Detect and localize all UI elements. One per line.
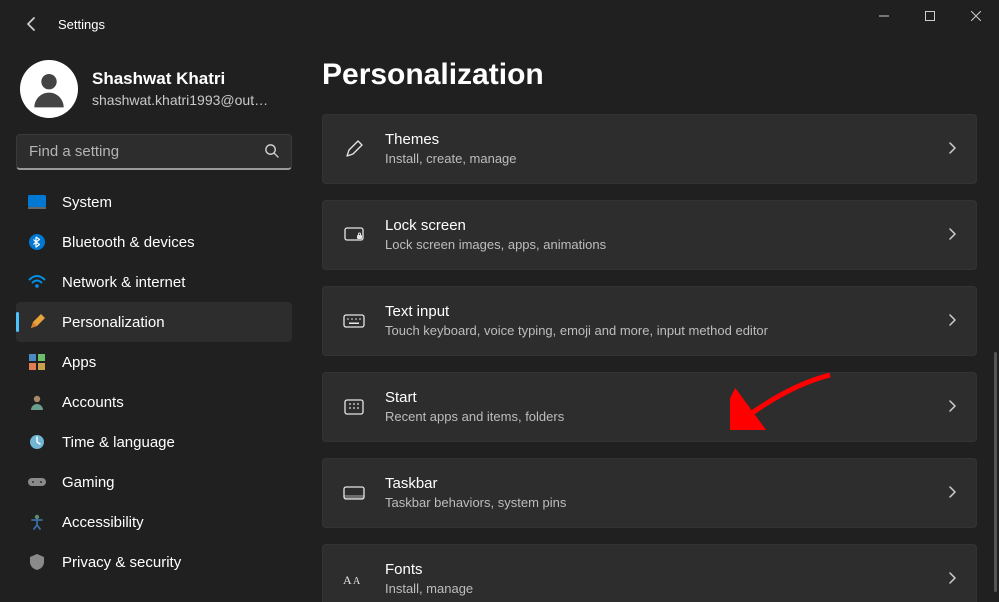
lock-screen-icon <box>343 224 365 246</box>
keyboard-icon <box>343 310 365 332</box>
setting-text: Lock screen Lock screen images, apps, an… <box>385 215 928 254</box>
setting-start[interactable]: Start Recent apps and items, folders <box>322 372 977 442</box>
setting-text: Taskbar Taskbar behaviors, system pins <box>385 473 928 512</box>
sidebar-item-label: Privacy & security <box>62 554 181 571</box>
sidebar-item-label: Gaming <box>62 474 115 491</box>
profile-block[interactable]: Shashwat Khatri shashwat.khatri1993@out… <box>16 56 292 134</box>
setting-sub: Install, create, manage <box>385 150 928 168</box>
search-icon <box>264 143 279 161</box>
sidebar: Shashwat Khatri shashwat.khatri1993@out…… <box>0 48 300 602</box>
setting-sub: Lock screen images, apps, animations <box>385 236 928 254</box>
arrow-left-icon <box>24 16 40 32</box>
sidebar-item-label: Network & internet <box>62 274 185 291</box>
setting-sub: Recent apps and items, folders <box>385 408 928 426</box>
setting-text: Themes Install, create, manage <box>385 129 928 168</box>
setting-text-input[interactable]: Text input Touch keyboard, voice typing,… <box>322 286 977 356</box>
sidebar-item-label: Accessibility <box>62 514 144 531</box>
profile-email: shashwat.khatri1993@out… <box>92 91 268 110</box>
svg-text:A: A <box>353 576 361 587</box>
page-title: Personalization <box>322 58 977 92</box>
setting-title: Start <box>385 387 928 408</box>
setting-taskbar[interactable]: Taskbar Taskbar behaviors, system pins <box>322 458 977 528</box>
sidebar-item-time[interactable]: Time & language <box>16 422 292 462</box>
setting-title: Fonts <box>385 559 928 580</box>
sidebar-item-accounts[interactable]: Accounts <box>16 382 292 422</box>
search-box[interactable] <box>16 134 292 170</box>
sidebar-item-label: Personalization <box>62 314 165 331</box>
profile-name: Shashwat Khatri <box>92 68 268 91</box>
system-icon <box>28 193 46 211</box>
setting-title: Lock screen <box>385 215 928 236</box>
setting-sub: Install, manage <box>385 580 928 598</box>
setting-title: Themes <box>385 129 928 150</box>
close-button[interactable] <box>953 0 999 32</box>
profile-text: Shashwat Khatri shashwat.khatri1993@out… <box>92 68 268 110</box>
setting-title: Text input <box>385 301 928 322</box>
fonts-icon: AA <box>343 568 365 590</box>
chevron-right-icon <box>948 227 956 243</box>
sidebar-item-label: Apps <box>62 354 96 371</box>
sidebar-item-accessibility[interactable]: Accessibility <box>16 502 292 542</box>
sidebar-item-gaming[interactable]: Gaming <box>16 462 292 502</box>
sidebar-item-label: System <box>62 194 112 211</box>
person-icon <box>27 67 71 111</box>
window-controls <box>861 0 999 32</box>
accounts-icon <box>28 393 46 411</box>
chevron-right-icon <box>948 485 956 501</box>
app-title: Settings <box>58 17 105 32</box>
search-input[interactable] <box>29 143 264 160</box>
start-icon <box>343 396 365 418</box>
maximize-button[interactable] <box>907 0 953 32</box>
sidebar-item-bluetooth[interactable]: Bluetooth & devices <box>16 222 292 262</box>
sidebar-item-network[interactable]: Network & internet <box>16 262 292 302</box>
setting-fonts[interactable]: AA Fonts Install, manage <box>322 544 977 602</box>
maximize-icon <box>925 11 935 21</box>
svg-text:A: A <box>343 573 352 587</box>
sidebar-item-system[interactable]: System <box>16 182 292 222</box>
minimize-button[interactable] <box>861 0 907 32</box>
themes-icon <box>343 138 365 160</box>
sidebar-item-privacy[interactable]: Privacy & security <box>16 542 292 582</box>
setting-sub: Taskbar behaviors, system pins <box>385 494 928 512</box>
chevron-right-icon <box>948 399 956 415</box>
sidebar-item-label: Accounts <box>62 394 124 411</box>
setting-text: Start Recent apps and items, folders <box>385 387 928 426</box>
network-icon <box>28 273 46 291</box>
setting-text: Text input Touch keyboard, voice typing,… <box>385 301 928 340</box>
setting-sub: Touch keyboard, voice typing, emoji and … <box>385 322 928 340</box>
time-icon <box>28 433 46 451</box>
chevron-right-icon <box>948 571 956 587</box>
content-area: Personalization Themes Install, create, … <box>300 48 999 602</box>
back-button[interactable] <box>16 8 48 40</box>
chevron-right-icon <box>948 313 956 329</box>
close-icon <box>971 11 981 21</box>
minimize-icon <box>879 11 889 21</box>
titlebar: Settings <box>0 0 999 48</box>
sidebar-item-personalization[interactable]: Personalization <box>16 302 292 342</box>
sidebar-item-apps[interactable]: Apps <box>16 342 292 382</box>
setting-title: Taskbar <box>385 473 928 494</box>
avatar <box>20 60 78 118</box>
scrollbar[interactable] <box>994 352 997 592</box>
sidebar-nav: System Bluetooth & devices Network & int… <box>16 182 292 582</box>
privacy-icon <box>28 553 46 571</box>
setting-lock-screen[interactable]: Lock screen Lock screen images, apps, an… <box>322 200 977 270</box>
setting-text: Fonts Install, manage <box>385 559 928 598</box>
accessibility-icon <box>28 513 46 531</box>
sidebar-item-label: Time & language <box>62 434 175 451</box>
gaming-icon <box>28 473 46 491</box>
bluetooth-icon <box>28 233 46 251</box>
setting-themes[interactable]: Themes Install, create, manage <box>322 114 977 184</box>
taskbar-icon <box>343 482 365 504</box>
sidebar-item-label: Bluetooth & devices <box>62 234 195 251</box>
personalization-icon <box>28 313 46 331</box>
chevron-right-icon <box>948 141 956 157</box>
apps-icon <box>28 353 46 371</box>
